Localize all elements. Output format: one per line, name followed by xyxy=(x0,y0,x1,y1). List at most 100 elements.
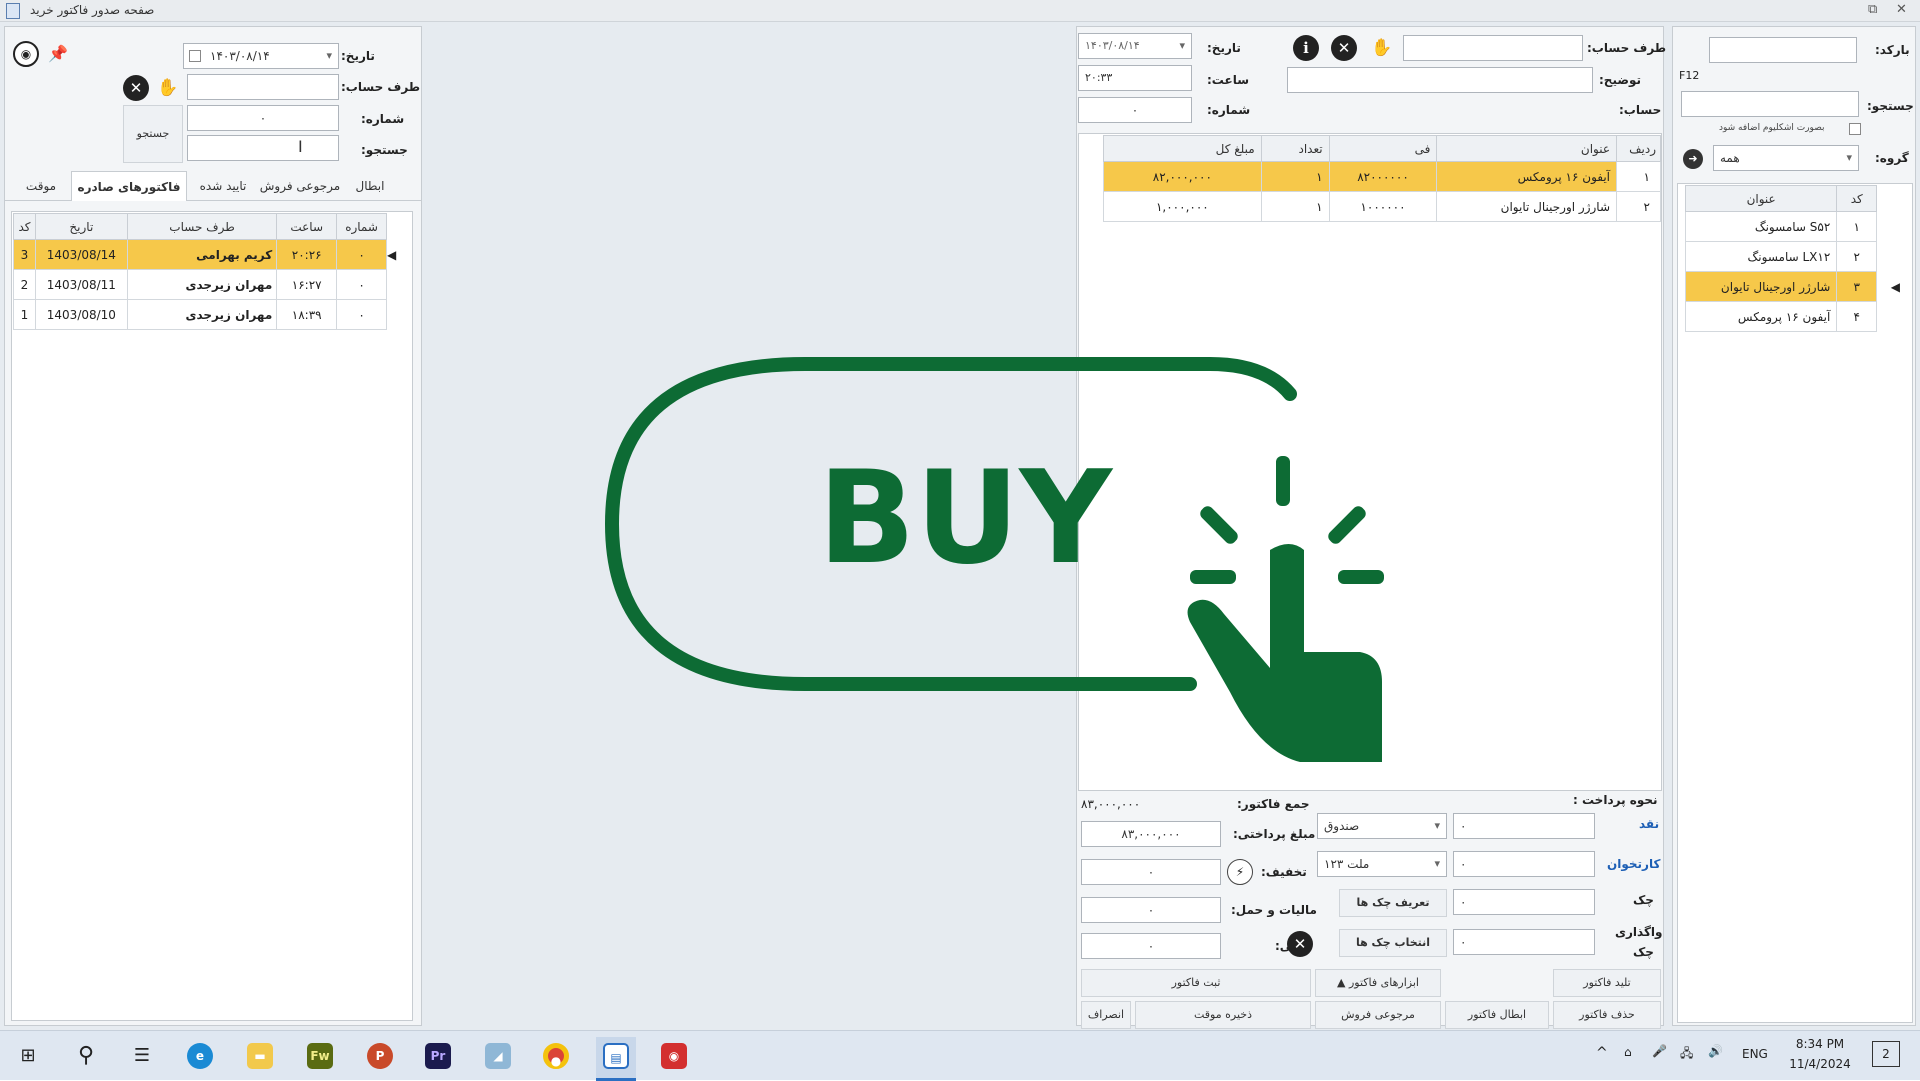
tab-void[interactable]: ابطال xyxy=(345,171,395,201)
assign-label-2: چک xyxy=(1633,945,1654,959)
debt-input[interactable]: ۰ xyxy=(1081,933,1221,959)
clock-date[interactable]: 11/4/2024 xyxy=(1786,1057,1854,1071)
meet-icon[interactable]: ⌂ xyxy=(1624,1045,1632,1059)
product-row[interactable]: شارژر اورجینال تایوان ۳ ◀ xyxy=(1684,271,1901,302)
cash-select[interactable]: صندوق xyxy=(1317,813,1447,839)
invoice-items-table: مبلغ کل تعداد فی عنوان ردیف ۸۲,۰۰۰,۰۰۰ ۱… xyxy=(1103,135,1661,222)
product-row[interactable]: سامسونگ LX۱۲ ۲ xyxy=(1684,241,1901,272)
select-hand-icon[interactable]: ✋ xyxy=(155,75,181,101)
restore-button[interactable]: ⧉ xyxy=(1868,2,1877,17)
date-checkbox[interactable] xyxy=(189,50,201,62)
clear-icon[interactable]: ✕ xyxy=(1331,35,1357,61)
assign-input[interactable]: ۰ xyxy=(1453,929,1595,955)
discount-input[interactable]: ۰ xyxy=(1081,859,1221,885)
barcode-input[interactable] xyxy=(1709,37,1857,63)
table-row[interactable]: ۱,۰۰۰,۰۰۰ ۱ ۱۰۰۰۰۰۰ شارژر اورجینال تایوا… xyxy=(1103,191,1661,222)
select-hand-icon[interactable]: ✋ xyxy=(1369,35,1395,61)
issued-invoices-panel: ◉ 📌 تاریخ: ۱۴۰۳/۰۸/۱۴ طرف حساب: ✕ ✋ شمار… xyxy=(4,26,422,1026)
task-view-icon[interactable]: ☰ xyxy=(122,1037,162,1075)
tab-approved[interactable]: تایید شده xyxy=(191,171,255,201)
table-row[interactable]: 3 1403/08/14 کریم بهرامی ۲۰:۲۶ ۰ ◀ xyxy=(13,239,411,270)
tax-input[interactable]: ۰ xyxy=(1081,897,1221,923)
cash-input[interactable]: ۰ xyxy=(1453,813,1595,839)
one-unit-checkbox[interactable] xyxy=(1849,123,1861,135)
desktop-area: ◉ 📌 تاریخ: ۱۴۰۳/۰۸/۱۴ طرف حساب: ✕ ✋ شمار… xyxy=(0,22,1920,1030)
tray-chevron-icon[interactable]: ^ xyxy=(1596,1045,1608,1061)
card-select[interactable]: ملت ۱۲۳ xyxy=(1317,851,1447,877)
clear-icon[interactable]: ✕ xyxy=(1287,931,1313,957)
volume-icon[interactable]: 🔊 xyxy=(1708,1044,1723,1058)
paid-input[interactable]: ۸۳,۰۰۰,۰۰۰ xyxy=(1081,821,1221,847)
notifications-icon[interactable]: 2 xyxy=(1872,1041,1900,1067)
accounting-app-icon[interactable]: ▤ xyxy=(596,1037,636,1081)
save-temp-button[interactable]: ذخیره موقت xyxy=(1135,1001,1311,1029)
back-icon[interactable]: ◉ xyxy=(13,41,39,67)
explorer-icon[interactable]: ▬ xyxy=(240,1037,280,1075)
calc-discount-icon[interactable]: ⚡ xyxy=(1227,859,1253,885)
products-panel: بارکد: F12 جستجو: بصورت اشکلیوم اضافه شو… xyxy=(1672,26,1916,1026)
sum-label: جمع فاکتور: xyxy=(1237,797,1310,811)
cancel-button[interactable]: انصراف xyxy=(1081,1001,1131,1029)
invoice-party-input[interactable] xyxy=(1403,35,1583,61)
product-row[interactable]: آیفون ۱۶ پرومکس ۴ xyxy=(1684,301,1901,332)
edge-icon[interactable]: e xyxy=(180,1037,220,1075)
number-input[interactable]: ۰ xyxy=(187,105,339,131)
sales-return-button[interactable]: مرجوعی فروش xyxy=(1315,1001,1441,1029)
date-picker[interactable]: ۱۴۰۳/۰۸/۱۴ xyxy=(183,43,339,69)
premiere-icon[interactable]: Pr xyxy=(418,1037,458,1075)
card-input[interactable]: ۰ xyxy=(1453,851,1595,877)
tab-sales-return[interactable]: مرجوعی فروش xyxy=(257,171,343,201)
col-product-code: کد xyxy=(1836,185,1878,212)
discount-label: تخفیف: xyxy=(1261,865,1307,879)
info-icon[interactable]: i xyxy=(1293,35,1319,61)
invoice-date-picker[interactable]: ۱۴۰۳/۰۸/۱۴ xyxy=(1078,33,1192,59)
start-icon[interactable]: ⊞ xyxy=(8,1037,48,1075)
duplicate-invoice-button[interactable]: تلید فاکتور xyxy=(1553,969,1661,997)
invoice-tools-button[interactable]: ▲ ابزارهای فاکتور xyxy=(1315,969,1441,997)
table-row[interactable]: ۸۲,۰۰۰,۰۰۰ ۱ ۸۲۰۰۰۰۰۰ آیفون ۱۶ پرومکس ۱ xyxy=(1103,161,1661,192)
number-label: شماره: xyxy=(361,112,405,126)
invoices-table: کد تاریخ طرف حساب ساعت شماره 3 1403/08/1… xyxy=(13,213,411,330)
invoice-time-input[interactable]: ۲۰:۳۳ xyxy=(1078,65,1192,91)
network-icon[interactable]: 🖧 xyxy=(1680,1044,1693,1065)
close-button[interactable]: ✕ xyxy=(1896,2,1907,17)
chrome-icon[interactable]: ● xyxy=(536,1037,576,1075)
powerpoint-icon[interactable]: P xyxy=(360,1037,400,1075)
table-row[interactable]: 2 1403/08/11 مهران زیرجدی ۱۶:۲۷ ۰ xyxy=(13,269,411,300)
row-pointer-icon: ◀ xyxy=(386,239,411,270)
invoice-desc-input[interactable] xyxy=(1287,67,1593,93)
fireworks-icon[interactable]: Fw xyxy=(300,1037,340,1075)
col-time: ساعت xyxy=(276,213,338,240)
sum-value: ۸۳,۰۰۰,۰۰۰ xyxy=(1081,797,1141,811)
table-row[interactable]: 1 1403/08/10 مهران زیرجدی ۱۸:۳۹ ۰ xyxy=(13,299,411,330)
clock-time[interactable]: 8:34 PM xyxy=(1790,1037,1850,1051)
pin-icon[interactable]: 📌 xyxy=(45,41,71,67)
delete-invoice-button[interactable]: حذف فاکتور xyxy=(1553,1001,1661,1029)
select-cheques-button[interactable]: انتخاب چک ها xyxy=(1339,929,1447,957)
search-button[interactable]: جستجو xyxy=(123,105,183,163)
go-arrow-icon[interactable]: ➜ xyxy=(1683,149,1703,169)
tab-temporary[interactable]: موقت xyxy=(17,171,65,201)
void-invoice-button[interactable]: ابطال فاکتور xyxy=(1445,1001,1549,1029)
group-select[interactable]: همه xyxy=(1713,145,1859,171)
party-input[interactable] xyxy=(187,74,339,100)
search-input[interactable]: I xyxy=(187,135,339,161)
product-search-input[interactable] xyxy=(1681,91,1859,117)
register-invoice-button[interactable]: ثبت فاکتور xyxy=(1081,969,1311,997)
recorder-icon[interactable]: ◉ xyxy=(654,1037,694,1075)
col-price: فی xyxy=(1328,135,1438,162)
mic-icon[interactable]: 🎤 xyxy=(1652,1044,1667,1058)
invoice-desc-label: توضیح: xyxy=(1599,73,1641,87)
invoice-party-label: طرف حساب: xyxy=(1587,41,1667,55)
product-row[interactable]: سامسونگ S۵۲ ۱ xyxy=(1684,211,1901,242)
clear-icon[interactable]: ✕ xyxy=(123,75,149,101)
product-search-label: جستجو: xyxy=(1867,99,1914,113)
define-cheques-button[interactable]: تعریف چک ها xyxy=(1339,889,1447,917)
card-label: کارتخوان xyxy=(1607,857,1661,871)
language-indicator[interactable]: ENG xyxy=(1742,1047,1768,1061)
cheque-input[interactable]: ۰ xyxy=(1453,889,1595,915)
search-icon[interactable]: ⚲ xyxy=(66,1037,106,1075)
invoice-number-input[interactable]: ۰ xyxy=(1078,97,1192,123)
photos-icon[interactable]: ◢ xyxy=(478,1037,518,1075)
tab-issued-invoices[interactable]: فاکتورهای صادره xyxy=(71,171,187,201)
